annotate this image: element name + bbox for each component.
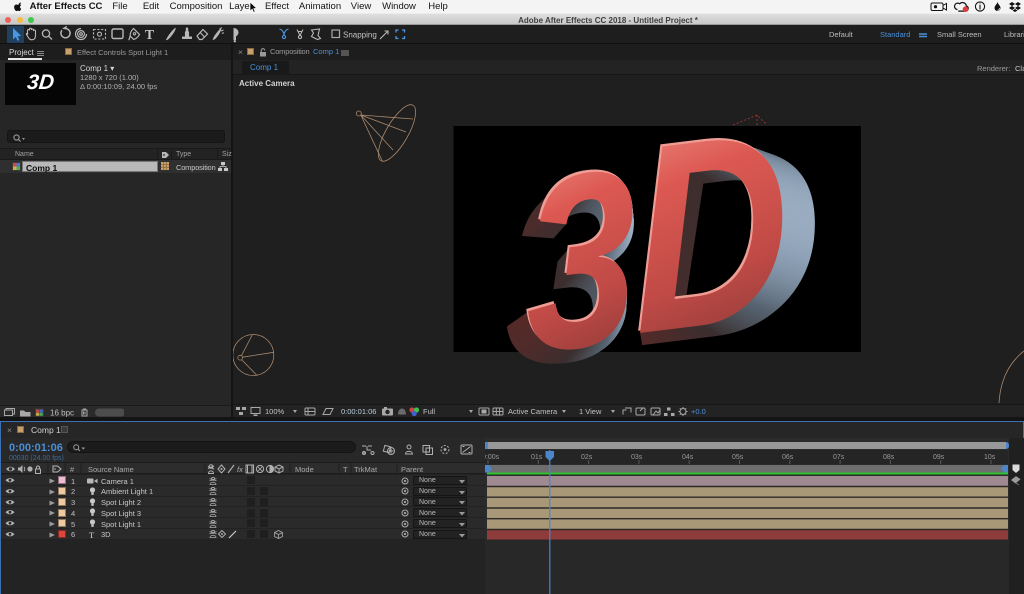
svg-text:TrkMat: TrkMat [354,465,378,474]
svg-text:Source Name: Source Name [88,465,134,474]
svg-text:Full: Full [423,407,435,416]
svg-text:09s: 09s [933,454,945,461]
svg-text:04s: 04s [682,454,694,461]
svg-text:#: # [70,465,75,474]
svg-text:01s: 01s [531,454,543,461]
svg-text:0:00s: 0:00s [485,454,500,461]
svg-text:0:00:01:06: 0:00:01:06 [341,407,376,416]
svg-text:fx: fx [237,465,243,474]
svg-text:05s: 05s [732,454,744,461]
svg-text:Snapping: Snapping [343,31,377,40]
svg-text:08s: 08s [883,454,895,461]
svg-text:07s: 07s [833,454,845,461]
svg-text:T: T [343,465,348,474]
svg-text:10s: 10s [984,454,996,461]
svg-text:Mode: Mode [295,465,314,474]
svg-text:Active Camera: Active Camera [508,407,558,416]
svg-text:02s: 02s [581,454,593,461]
svg-text:+0.0: +0.0 [691,407,706,416]
svg-text:03s: 03s [631,454,643,461]
svg-text:T: T [145,27,154,42]
svg-text:Parent: Parent [401,465,424,474]
svg-text:i: i [979,2,981,11]
svg-text:100%: 100% [265,407,285,416]
svg-text:1 View: 1 View [579,407,602,416]
svg-text:16 bpc: 16 bpc [50,409,74,418]
svg-text:06s: 06s [782,454,794,461]
